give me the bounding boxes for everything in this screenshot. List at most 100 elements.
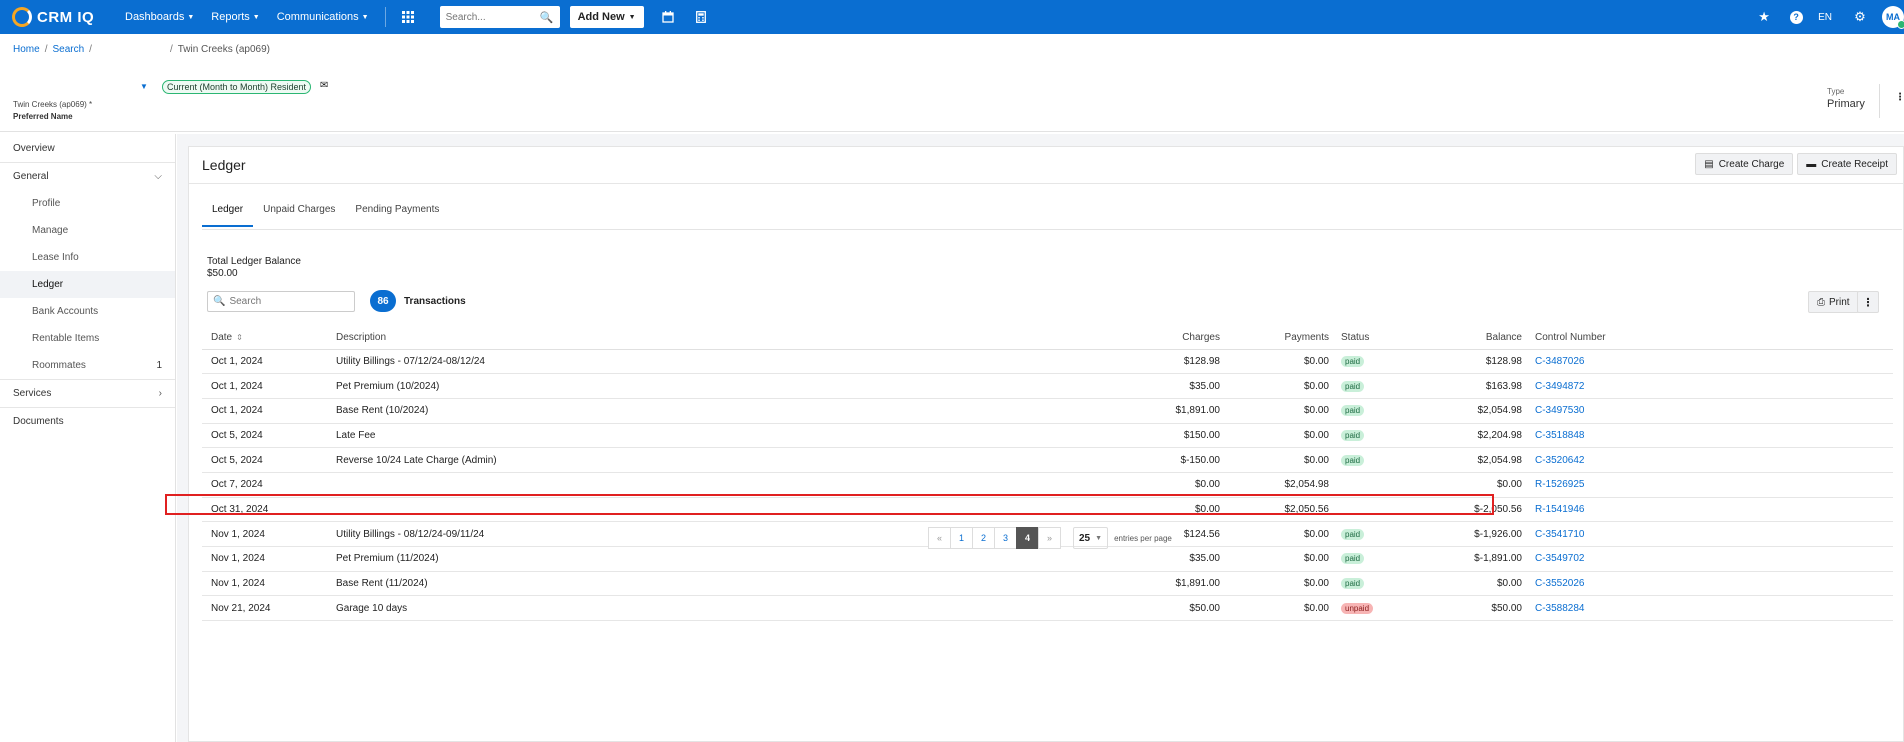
sidebar-item-profile[interactable]: Profile <box>0 190 175 217</box>
control-number-link[interactable]: C-3520642 <box>1535 455 1584 466</box>
table-header-row: Date ⇕ Description Charges Payments Statu… <box>202 327 1893 350</box>
control-number-link[interactable]: R-1526925 <box>1535 479 1584 490</box>
control-number-link[interactable]: C-3541710 <box>1535 529 1584 540</box>
table-row: Oct 1, 2024 Base Rent (10/2024) $1,891.00 $… <box>202 398 1893 424</box>
row-date: Nov 21, 2024 <box>202 595 336 622</box>
pagination: « 1 2 3 4 » 25 ▼ entries per page <box>928 527 1172 549</box>
row-charges: $35.00 <box>1136 373 1220 399</box>
global-search[interactable]: 🔍 <box>439 6 560 28</box>
nav-dashboards[interactable]: Dashboards ▼ <box>125 11 194 23</box>
sidebar-item-roommates[interactable]: Roommates 1 <box>0 352 175 379</box>
sidebar-item-ledger[interactable]: Ledger <box>0 271 175 298</box>
tab-pending-payments[interactable]: Pending Payments <box>345 203 449 227</box>
row-charges: $1,891.00 <box>1136 571 1220 597</box>
sidebar-item-overview[interactable]: Overview <box>0 135 175 162</box>
sidebar-item-rentable-items[interactable]: Rentable Items <box>0 325 175 352</box>
create-charge-label: Create Charge <box>1718 158 1785 170</box>
row-control-number: C-3552026 <box>1522 571 1893 597</box>
breadcrumb-search[interactable]: Search <box>52 44 84 55</box>
balance-label: Total Ledger Balance <box>207 256 301 267</box>
sidebar-item-documents[interactable]: Documents <box>0 408 175 435</box>
entries-per-page-select[interactable]: 25 ▼ <box>1073 527 1109 549</box>
row-balance: $2,054.98 <box>1404 398 1522 424</box>
control-number-link[interactable]: C-3588284 <box>1535 603 1584 614</box>
pagination-page-2[interactable]: 2 <box>972 527 995 549</box>
ledger-tabs: Ledger Unpaid Charges Pending Payments <box>202 203 449 227</box>
nav-communications[interactable]: Communications ▼ <box>277 11 369 23</box>
table-options-button[interactable]: ⋮ <box>1857 291 1879 313</box>
control-number-link[interactable]: C-3552026 <box>1535 578 1584 589</box>
add-new-button[interactable]: Add New ▼ <box>569 6 644 28</box>
control-number-link[interactable]: C-3549702 <box>1535 553 1584 564</box>
transactions-search[interactable]: 🔍 <box>207 291 355 312</box>
control-number-link[interactable]: R-1541946 <box>1535 504 1584 515</box>
row-status: paid <box>1329 349 1404 375</box>
pagination-prev[interactable]: « <box>928 527 951 549</box>
more-options-icon: ⋮ <box>1862 296 1874 309</box>
pagination-next[interactable]: » <box>1038 527 1061 549</box>
pagination-page-3[interactable]: 3 <box>994 527 1017 549</box>
row-date: Nov 1, 2024 <box>202 546 336 572</box>
pagination-page-4[interactable]: 4 <box>1016 527 1039 549</box>
sidebar-item-services[interactable]: Services › <box>0 380 175 407</box>
row-payments: $0.00 <box>1220 423 1329 449</box>
breadcrumb: Home / Search / / Twin Creeks (ap069) <box>13 44 270 55</box>
sidebar-item-lease-info[interactable]: Lease Info <box>0 244 175 271</box>
column-date[interactable]: Date ⇕ <box>202 327 336 350</box>
control-number-link[interactable]: C-3494872 <box>1535 381 1584 392</box>
resident-dropdown-icon[interactable]: ▼ <box>140 82 148 91</box>
caret-down-icon: ▼ <box>628 13 636 21</box>
calendar-icon[interactable] <box>658 7 678 27</box>
breadcrumb-home[interactable]: Home <box>13 44 40 55</box>
status-badge: paid <box>1341 454 1365 466</box>
create-receipt-button[interactable]: ▬ Create Receipt <box>1797 153 1897 175</box>
sort-icon[interactable]: ⇕ <box>236 333 243 342</box>
sidebar: Overview General ⌵ Profile Manage Lease I… <box>0 134 176 742</box>
top-navbar: CRM IQ Dashboards ▼ Reports ▼ Communicatio… <box>0 0 1904 34</box>
table-row: Oct 7, 2024 $0.00 $2,054.98 $0.00 R-1526925 <box>202 472 1893 498</box>
control-number-link[interactable]: C-3487026 <box>1535 356 1584 367</box>
help-icon[interactable]: ? <box>1786 7 1806 27</box>
sidebar-item-general[interactable]: General ⌵ <box>0 163 175 190</box>
avatar[interactable]: MA <box>1882 6 1904 29</box>
sidebar-item-manage[interactable]: Manage <box>0 217 175 244</box>
row-date: Oct 5, 2024 <box>202 447 336 473</box>
mail-icon[interactable]: ✉ <box>320 80 328 91</box>
print-label: Print <box>1829 296 1850 308</box>
star-icon[interactable]: ★ <box>1754 7 1774 27</box>
global-search-input[interactable] <box>445 11 536 23</box>
nav-divider <box>384 7 386 27</box>
type-label: Type <box>1827 87 1845 96</box>
row-date: Oct 7, 2024 <box>202 472 336 498</box>
apps-grid-icon[interactable] <box>398 7 418 27</box>
row-charges: $128.98 <box>1136 349 1220 375</box>
tab-unpaid-charges[interactable]: Unpaid Charges <box>253 203 345 227</box>
gear-icon[interactable]: ⚙ <box>1850 7 1870 27</box>
ledger-card: Ledger ▤ Create Charge ▬ Create Receipt Le… <box>165 146 1904 742</box>
calculator-icon[interactable] <box>691 7 711 27</box>
language-selector[interactable]: EN <box>1818 12 1832 23</box>
row-status: paid <box>1329 571 1404 597</box>
row-date: Nov 1, 2024 <box>202 521 336 547</box>
row-description: Base Rent (11/2024) <box>336 571 1136 597</box>
entries-per-page-label: entries per page <box>1114 533 1172 543</box>
nav-dashboards-label: Dashboards <box>125 11 185 23</box>
sidebar-item-bank-accounts[interactable]: Bank Accounts <box>0 298 175 325</box>
pagination-page-1[interactable]: 1 <box>950 527 973 549</box>
print-button[interactable]: ⎙ Print <box>1808 291 1859 313</box>
control-number-link[interactable]: C-3518848 <box>1535 430 1584 441</box>
brand-logo[interactable]: CRM IQ <box>12 7 108 27</box>
row-date: Oct 1, 2024 <box>202 398 336 424</box>
control-number-link[interactable]: C-3497530 <box>1535 405 1584 416</box>
more-options-icon[interactable]: ⋮ <box>1895 92 1904 103</box>
logo-icon <box>12 7 32 27</box>
status-badge: paid <box>1341 429 1365 441</box>
tab-ledger[interactable]: Ledger <box>202 203 254 227</box>
nav-reports[interactable]: Reports ▼ <box>211 11 259 23</box>
search-icon[interactable]: 🔍 <box>540 11 554 24</box>
topbar-right: ★ ? EN ⚙ MA <box>1754 0 1904 34</box>
create-charge-button[interactable]: ▤ Create Charge <box>1695 153 1794 175</box>
row-status <box>1329 472 1404 498</box>
transactions-search-input[interactable] <box>229 296 350 307</box>
table-row: Oct 5, 2024 Reverse 10/24 Late Charge (Ad… <box>202 447 1893 473</box>
